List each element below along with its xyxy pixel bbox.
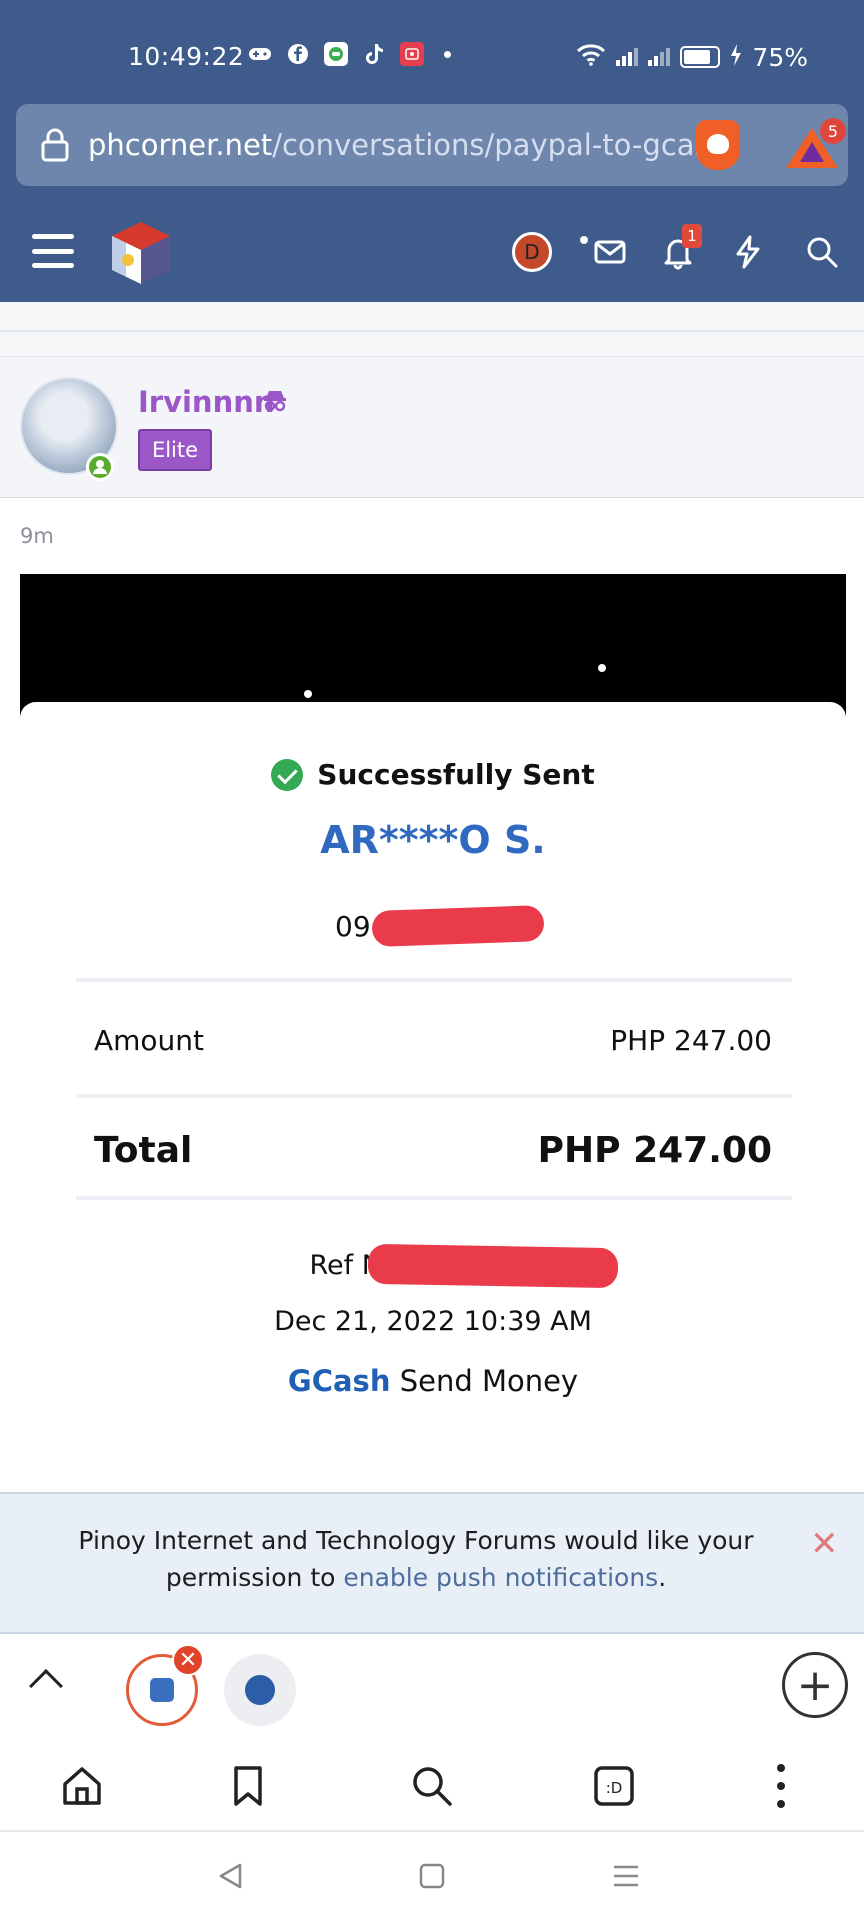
enable-push-link[interactable]: enable push notifications	[343, 1563, 658, 1592]
incognito-icon	[262, 387, 288, 413]
brave-shields-icon[interactable]	[696, 120, 740, 170]
tabs-icon[interactable]: :D	[592, 1764, 636, 1808]
gcash-receipt-image[interactable]: Successfully Sent AR****O S. 09 Amount P…	[20, 702, 846, 1685]
gamepad-icon	[248, 42, 272, 66]
post-timestamp[interactable]: 9m	[20, 524, 54, 548]
amount-value: PHP 247.00	[610, 1024, 772, 1057]
chat-icon	[324, 42, 348, 66]
screen-record-icon	[400, 42, 424, 66]
charging-icon	[730, 43, 742, 72]
browser-bottom-toolbar: :D	[0, 1744, 864, 1832]
transaction-datetime: Dec 21, 2022 10:39 AM	[274, 1306, 592, 1337]
close-tab-icon[interactable]: ✕	[172, 1644, 204, 1676]
transaction-type: GCash Send Money	[20, 1364, 846, 1398]
post-body: 9m Successfully Sent AR****O S. 09 Amoun…	[0, 498, 864, 1685]
tabs-icon-label: :D	[606, 1779, 623, 1797]
more-notifications-dot	[444, 50, 451, 58]
redaction-mark	[371, 905, 545, 947]
amount-label: Amount	[94, 1024, 205, 1057]
tiktok-icon	[362, 42, 386, 66]
signal-icon-1	[616, 48, 639, 66]
phcorner-favicon-icon	[150, 1678, 174, 1702]
service-name: Send Money	[399, 1364, 579, 1398]
alerts-badge: 1	[682, 224, 702, 248]
redaction-mark	[367, 1243, 619, 1289]
battery-icon	[680, 46, 721, 68]
status-bar: 10:49:22 75%	[0, 0, 864, 104]
receipt-status: Successfully Sent	[317, 758, 595, 791]
author-username[interactable]: Irvinnnn	[138, 385, 275, 419]
site-navbar: D 1	[0, 200, 864, 302]
wifi-icon	[576, 42, 606, 72]
recipient-number: 09	[335, 910, 371, 943]
url-text[interactable]: phcorner.net/conversations/paypal-to-gca…	[88, 128, 710, 162]
home-icon[interactable]	[60, 1764, 104, 1808]
gcash-brand: GCash	[287, 1364, 391, 1398]
status-app-icons	[248, 42, 451, 66]
success-check-icon	[271, 758, 304, 791]
divider	[76, 1094, 792, 1098]
battery-percent: 75%	[752, 42, 808, 72]
whats-new-lightning-icon[interactable]	[730, 234, 766, 270]
online-status-icon	[86, 453, 114, 481]
tab-other[interactable]	[224, 1654, 296, 1726]
user-avatar[interactable]: D	[512, 232, 552, 272]
recipient-name: AR****O S.	[320, 818, 546, 862]
more-options-icon[interactable]	[776, 1764, 786, 1808]
push-message: Pinoy Internet and Technology Forums wou…	[60, 1522, 772, 1596]
amount-row: Amount PHP 247.00	[94, 1024, 772, 1057]
bookmark-icon[interactable]	[226, 1764, 270, 1808]
image-speck	[304, 690, 312, 698]
facebook-icon	[286, 42, 310, 66]
receipt-status-row: Successfully Sent	[20, 758, 846, 791]
signal-icon-2	[648, 48, 671, 66]
back-icon[interactable]	[216, 1862, 244, 1894]
push-message-end: .	[658, 1563, 667, 1592]
presence-dot	[580, 236, 588, 244]
user-rank-badge: Elite	[138, 429, 212, 471]
browser-chrome: 10:49:22 75% phcorner.net/conversations/…	[0, 0, 864, 302]
close-icon[interactable]: ✕	[810, 1524, 839, 1564]
tab-strip: ✕ +	[0, 1634, 864, 1744]
total-label: Total	[94, 1130, 193, 1171]
site-logo[interactable]	[106, 218, 176, 288]
chevron-up-icon[interactable]	[29, 1669, 63, 1703]
status-time: 10:49:22	[128, 42, 245, 71]
inbox-icon[interactable]	[592, 234, 628, 270]
divider	[76, 1196, 792, 1200]
page-tab-strip	[0, 302, 864, 332]
post-author-header: Irvinnnn Elite	[0, 356, 864, 498]
address-bar[interactable]: phcorner.net/conversations/paypal-to-gca…	[16, 104, 848, 186]
push-notification-banner: Pinoy Internet and Technology Forums wou…	[0, 1492, 864, 1634]
url-path: /conversations/paypal-to-gcas	[272, 128, 710, 162]
lock-icon[interactable]	[40, 128, 70, 162]
menu-icon[interactable]	[32, 234, 74, 268]
system-navigation-bar	[0, 1832, 864, 1920]
url-domain: phcorner.net	[88, 128, 273, 162]
rewards-badge: 5	[820, 118, 846, 144]
recents-menu-icon[interactable]	[612, 1862, 640, 1894]
image-speck	[598, 664, 606, 672]
search-icon[interactable]	[804, 234, 840, 270]
new-tab-plus-icon[interactable]: +	[782, 1652, 848, 1718]
home-square-icon[interactable]	[418, 1862, 446, 1894]
status-right: 75%	[576, 42, 808, 72]
divider	[76, 978, 792, 982]
browser-favicon-icon	[245, 1675, 275, 1705]
total-row: Total PHP 247.00	[94, 1130, 772, 1171]
total-value: PHP 247.00	[537, 1130, 772, 1171]
search-icon[interactable]	[410, 1764, 454, 1808]
